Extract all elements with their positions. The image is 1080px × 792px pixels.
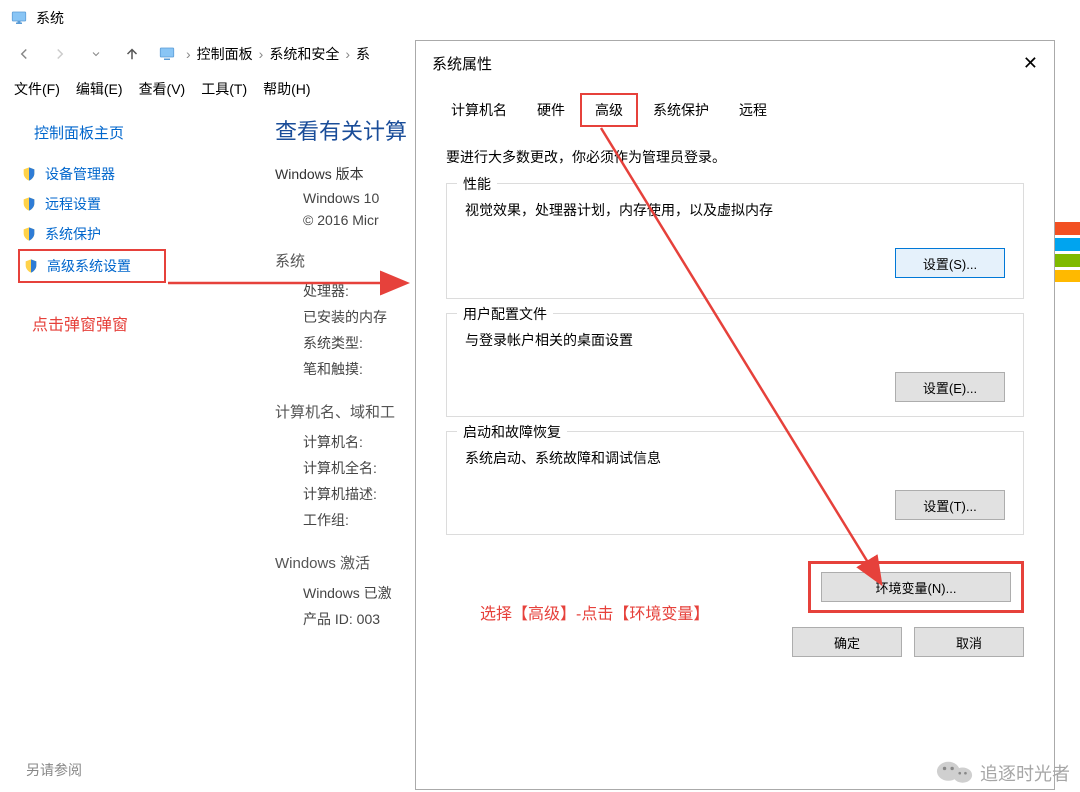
performance-group: 性能 视觉效果，处理器计划，内存使用，以及虚拟内存 设置(S)...: [446, 183, 1024, 299]
see-also-label: 另请参阅: [26, 760, 82, 780]
sidebar-item-advanced-system-settings[interactable]: 高级系统设置: [18, 249, 166, 283]
titlebar: 系统: [0, 0, 1080, 36]
cancel-button[interactable]: 取消: [914, 627, 1024, 657]
admin-intro-text: 要进行大多数更改，你必须作为管理员登录。: [446, 147, 1024, 167]
chevron-right-icon: ›: [345, 46, 350, 62]
sidebar-item-label: 系统保护: [45, 224, 101, 244]
ok-button[interactable]: 确定: [792, 627, 902, 657]
dialog-body: 要进行大多数更改，你必须作为管理员登录。 性能 视觉效果，处理器计划，内存使用，…: [416, 127, 1054, 557]
window-title: 系统: [36, 8, 64, 28]
dialog-title: 系统属性: [432, 53, 492, 74]
sidebar-item-remote-settings[interactable]: 远程设置: [18, 189, 166, 219]
performance-settings-button[interactable]: 设置(S)...: [895, 248, 1005, 278]
wechat-icon: [936, 758, 974, 788]
menu-tools[interactable]: 工具(T): [193, 73, 255, 105]
watermark: 追逐时光者: [936, 758, 1070, 788]
tab-advanced[interactable]: 高级: [580, 93, 638, 127]
tab-system-protection[interactable]: 系统保护: [638, 93, 724, 127]
breadcrumb-item[interactable]: 控制面板: [197, 44, 253, 64]
env-highlight-box: 环境变量(N)...: [808, 561, 1024, 613]
system-properties-dialog: 系统属性 ✕ 计算机名 硬件 高级 系统保护 远程 要进行大多数更改，你必须作为…: [415, 40, 1055, 790]
annotation-text: 选择【高级】-点击【环境变量】: [480, 600, 709, 624]
windows-logo-icon: [1055, 222, 1080, 282]
dialog-footer: 确定 取消: [416, 627, 1054, 669]
up-button[interactable]: [118, 40, 146, 68]
sidebar: 控制面板主页 设备管理器 远程设置 系统保护 高级系统设置 点击弹窗弹窗: [0, 106, 225, 792]
environment-variables-button[interactable]: 环境变量(N)...: [821, 572, 1011, 602]
group-label: 启动和故障恢复: [457, 422, 567, 442]
tab-hardware[interactable]: 硬件: [522, 93, 580, 127]
control-panel-home-link[interactable]: 控制面板主页: [34, 122, 225, 143]
group-text: 系统启动、系统故障和调试信息: [465, 448, 1005, 468]
forward-button[interactable]: [46, 40, 74, 68]
dialog-titlebar: 系统属性 ✕: [416, 41, 1054, 85]
shield-icon: [21, 166, 37, 182]
group-label: 性能: [457, 174, 497, 194]
system-icon: [10, 9, 28, 27]
group-text: 视觉效果，处理器计划，内存使用，以及虚拟内存: [465, 200, 1005, 220]
sidebar-item-label: 远程设置: [45, 194, 101, 214]
shield-icon: [21, 196, 37, 212]
sidebar-item-system-protection[interactable]: 系统保护: [18, 219, 166, 249]
tab-remote[interactable]: 远程: [724, 93, 782, 127]
chevron-right-icon: ›: [186, 46, 191, 62]
system-icon: [158, 45, 176, 63]
tab-computer-name[interactable]: 计算机名: [436, 93, 522, 127]
close-button[interactable]: ✕: [1023, 53, 1038, 74]
breadcrumb-item[interactable]: 系统和安全: [269, 44, 339, 64]
sidebar-item-label: 高级系统设置: [47, 256, 131, 276]
menu-help[interactable]: 帮助(H): [255, 73, 318, 105]
shield-icon: [21, 226, 37, 242]
dropdown-history-button[interactable]: [82, 40, 110, 68]
menu-view[interactable]: 查看(V): [131, 73, 194, 105]
tabs: 计算机名 硬件 高级 系统保护 远程: [416, 85, 1054, 127]
user-profiles-settings-button[interactable]: 设置(E)...: [895, 372, 1005, 402]
startup-recovery-settings-button[interactable]: 设置(T)...: [895, 490, 1005, 520]
chevron-right-icon: ›: [259, 46, 264, 62]
back-button[interactable]: [10, 40, 38, 68]
menu-file[interactable]: 文件(F): [6, 73, 68, 105]
startup-recovery-group: 启动和故障恢复 系统启动、系统故障和调试信息 设置(T)...: [446, 431, 1024, 535]
menu-edit[interactable]: 编辑(E): [68, 73, 131, 105]
user-profiles-group: 用户配置文件 与登录帐户相关的桌面设置 设置(E)...: [446, 313, 1024, 417]
shield-icon: [23, 258, 39, 274]
breadcrumb-item[interactable]: 系: [356, 44, 370, 64]
group-text: 与登录帐户相关的桌面设置: [465, 330, 1005, 350]
annotation-click-popup: 点击弹窗弹窗: [32, 311, 225, 335]
sidebar-item-label: 设备管理器: [45, 164, 115, 184]
watermark-text: 追逐时光者: [980, 760, 1070, 786]
group-label: 用户配置文件: [457, 304, 553, 324]
sidebar-item-device-manager[interactable]: 设备管理器: [18, 159, 166, 189]
